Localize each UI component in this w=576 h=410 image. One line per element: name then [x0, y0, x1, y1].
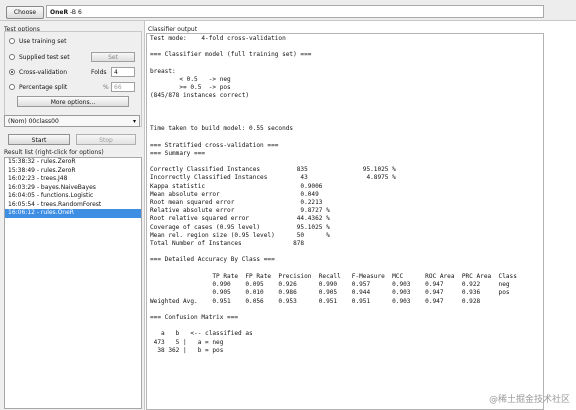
left-panel: Test options Use training set Supplied t…: [0, 21, 145, 410]
class-attribute-select[interactable]: (Nom) 00class00 ▾: [4, 115, 140, 127]
option-label: Percentage split: [19, 83, 68, 91]
result-list[interactable]: 15:38:32 - rules.ZeroR 15:38:49 - rules.…: [4, 157, 142, 409]
classifier-output-panel[interactable]: Test mode: 4-fold cross-validation === C…: [146, 33, 544, 410]
classifier-args: -B 6: [69, 9, 82, 16]
result-list-item-selected[interactable]: 16:06:12 - rules.OneR: [5, 209, 141, 218]
classifier-toolbar: Choose OneR -B 6: [0, 0, 576, 21]
option-percentage-split[interactable]: Percentage split: [9, 82, 67, 92]
result-list-item[interactable]: 16:05:54 - trees.RandomForest: [5, 201, 141, 210]
radio-supplied-test[interactable]: [9, 54, 15, 60]
folds-input[interactable]: 4: [111, 67, 135, 77]
chevron-down-icon[interactable]: ▾: [133, 116, 136, 128]
option-label: Use training set: [19, 37, 67, 45]
result-list-item[interactable]: 16:02:23 - trees.J48: [5, 175, 141, 184]
stop-button[interactable]: Stop: [76, 134, 136, 145]
output-right-margin: [544, 33, 576, 410]
option-label: Supplied test set: [19, 53, 70, 61]
set-button[interactable]: Set: [91, 52, 135, 62]
test-options-group: Use training set Supplied test set Set C…: [4, 31, 142, 127]
percentage-input[interactable]: 66: [111, 82, 135, 92]
class-select-value: (Nom) 00class00: [8, 118, 59, 125]
classifier-output-title: Classifier output: [148, 26, 198, 33]
radio-cross-validation[interactable]: [9, 69, 15, 75]
radio-use-training[interactable]: [9, 38, 15, 44]
result-list-title: Result list (right-click for options): [4, 149, 104, 156]
start-button[interactable]: Start: [8, 134, 70, 145]
result-list-item[interactable]: 15:38:49 - rules.ZeroR: [5, 167, 141, 176]
folds-label: Folds: [91, 69, 107, 76]
watermark: @稀土掘金技术社区: [488, 395, 570, 405]
option-use-training[interactable]: Use training set: [9, 36, 66, 46]
more-options-button[interactable]: More options...: [17, 96, 129, 107]
classifier-config-field[interactable]: OneR -B 6: [46, 5, 544, 18]
result-list-item[interactable]: 16:04:05 - functions.Logistic: [5, 192, 141, 201]
classifier-name: OneR: [50, 9, 69, 16]
option-cross-validation[interactable]: Cross-validation: [9, 67, 67, 77]
radio-percentage-split[interactable]: [9, 84, 15, 90]
choose-button[interactable]: Choose: [6, 6, 44, 19]
classifier-output-text: Test mode: 4-fold cross-validation === C…: [150, 35, 517, 354]
result-list-item[interactable]: 16:03:29 - bayes.NaiveBayes: [5, 184, 141, 193]
option-supplied-test[interactable]: Supplied test set: [9, 52, 70, 62]
result-list-item[interactable]: 15:38:32 - rules.ZeroR: [5, 158, 141, 167]
option-label: Cross-validation: [19, 68, 67, 76]
percent-sign: %: [103, 84, 109, 91]
